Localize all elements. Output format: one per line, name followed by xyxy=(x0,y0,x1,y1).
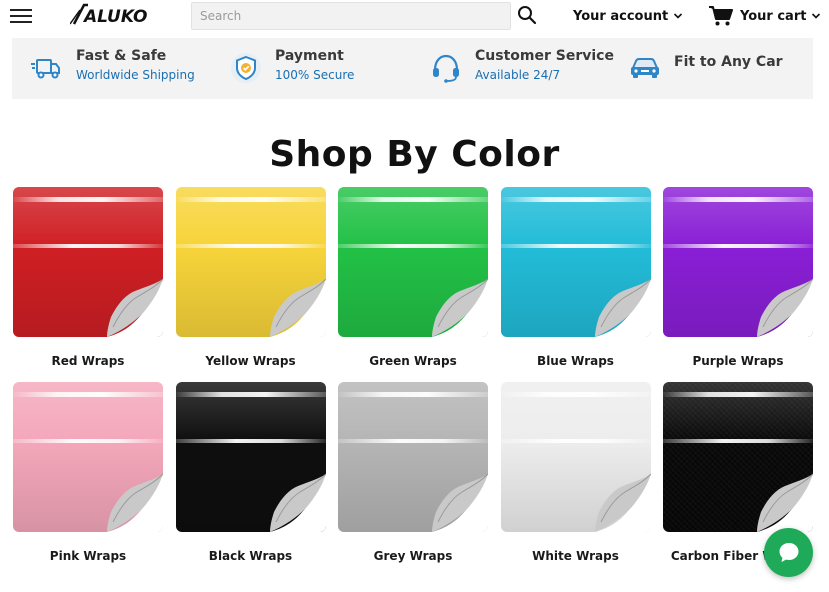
menu-icon[interactable] xyxy=(10,6,32,26)
color-card-label: Red Wraps xyxy=(51,354,125,368)
feature-title: Fit to Any Car xyxy=(674,54,783,70)
color-card-label: Grey Wraps xyxy=(373,549,453,563)
color-swatch-image xyxy=(500,187,651,337)
shield-check-icon xyxy=(231,53,261,83)
account-label: Your account xyxy=(573,8,669,24)
cart-menu[interactable]: Your cart xyxy=(708,3,821,29)
color-card-label: Green Wraps xyxy=(369,354,457,368)
feature-title: Fast & Safe xyxy=(76,48,167,64)
color-card[interactable]: Yellow Wraps xyxy=(175,187,326,368)
feature-subtitle: Available 24/7 xyxy=(475,68,561,82)
color-swatch-image xyxy=(663,382,813,532)
peel-corner xyxy=(594,278,651,337)
color-swatch-image xyxy=(13,187,163,337)
logo-text: ALUKO xyxy=(82,7,147,27)
feature-title: Payment xyxy=(275,48,344,64)
color-card[interactable]: White Wraps xyxy=(500,382,651,563)
color-card-label: Yellow Wraps xyxy=(205,354,296,368)
peel-corner xyxy=(757,278,813,337)
color-card-label: Black Wraps xyxy=(208,549,293,563)
search-icon[interactable] xyxy=(517,5,537,25)
color-swatch-image xyxy=(663,187,813,337)
peel-corner xyxy=(269,473,326,532)
site-header: ALUKO Your account Your cart xyxy=(0,0,829,34)
color-swatch-image xyxy=(338,382,488,532)
feature-bar: Fast & Safe Worldwide Shipping Payment 1… xyxy=(12,38,813,99)
feature-subtitle: Worldwide Shipping xyxy=(76,68,195,82)
car-icon xyxy=(631,58,659,78)
chevron-down-icon xyxy=(674,13,683,19)
color-grid: Red Wraps Yellow Wraps Green Wraps Blue Wra… xyxy=(13,187,829,592)
color-card-label: Blue Wraps xyxy=(537,354,614,368)
color-card[interactable]: Red Wraps xyxy=(13,187,163,368)
chat-bubble-icon xyxy=(779,542,798,562)
color-card[interactable]: Grey Wraps xyxy=(338,382,488,563)
search-box xyxy=(191,2,511,30)
color-card[interactable]: Black Wraps xyxy=(175,382,326,563)
feature-subtitle: 100% Secure xyxy=(275,68,355,82)
color-swatch-image xyxy=(13,382,163,532)
color-card[interactable]: Blue Wraps xyxy=(500,187,651,368)
peel-corner xyxy=(107,278,163,337)
chevron-down-icon xyxy=(812,13,821,19)
feature-title: Customer Service xyxy=(475,48,614,64)
color-card-label: Pink Wraps xyxy=(49,549,127,563)
aluko-logo[interactable]: ALUKO xyxy=(69,2,152,28)
color-card-label: White Wraps xyxy=(532,549,619,563)
peel-corner xyxy=(432,278,488,337)
color-swatch-image xyxy=(338,187,488,337)
color-card[interactable]: Pink Wraps xyxy=(13,382,163,563)
chat-button[interactable] xyxy=(764,528,813,577)
color-swatch-image xyxy=(175,187,326,337)
shipping-truck-icon xyxy=(31,59,60,79)
account-menu[interactable]: Your account xyxy=(573,6,683,26)
peel-corner xyxy=(107,473,163,532)
search-input[interactable] xyxy=(192,3,510,29)
cart-label: Your cart xyxy=(740,8,807,24)
peel-corner xyxy=(594,473,651,532)
color-card[interactable]: Green Wraps xyxy=(338,187,488,368)
color-swatch-image xyxy=(500,382,651,532)
color-swatch-image xyxy=(175,382,326,532)
cart-icon xyxy=(709,6,733,26)
headset-icon xyxy=(433,54,459,83)
section-title: Shop By Color xyxy=(269,134,560,175)
peel-corner xyxy=(432,473,488,532)
peel-corner xyxy=(269,278,326,337)
color-card-label: Purple Wraps xyxy=(692,354,784,368)
peel-corner xyxy=(757,473,813,532)
color-card[interactable]: Purple Wraps xyxy=(663,187,813,368)
